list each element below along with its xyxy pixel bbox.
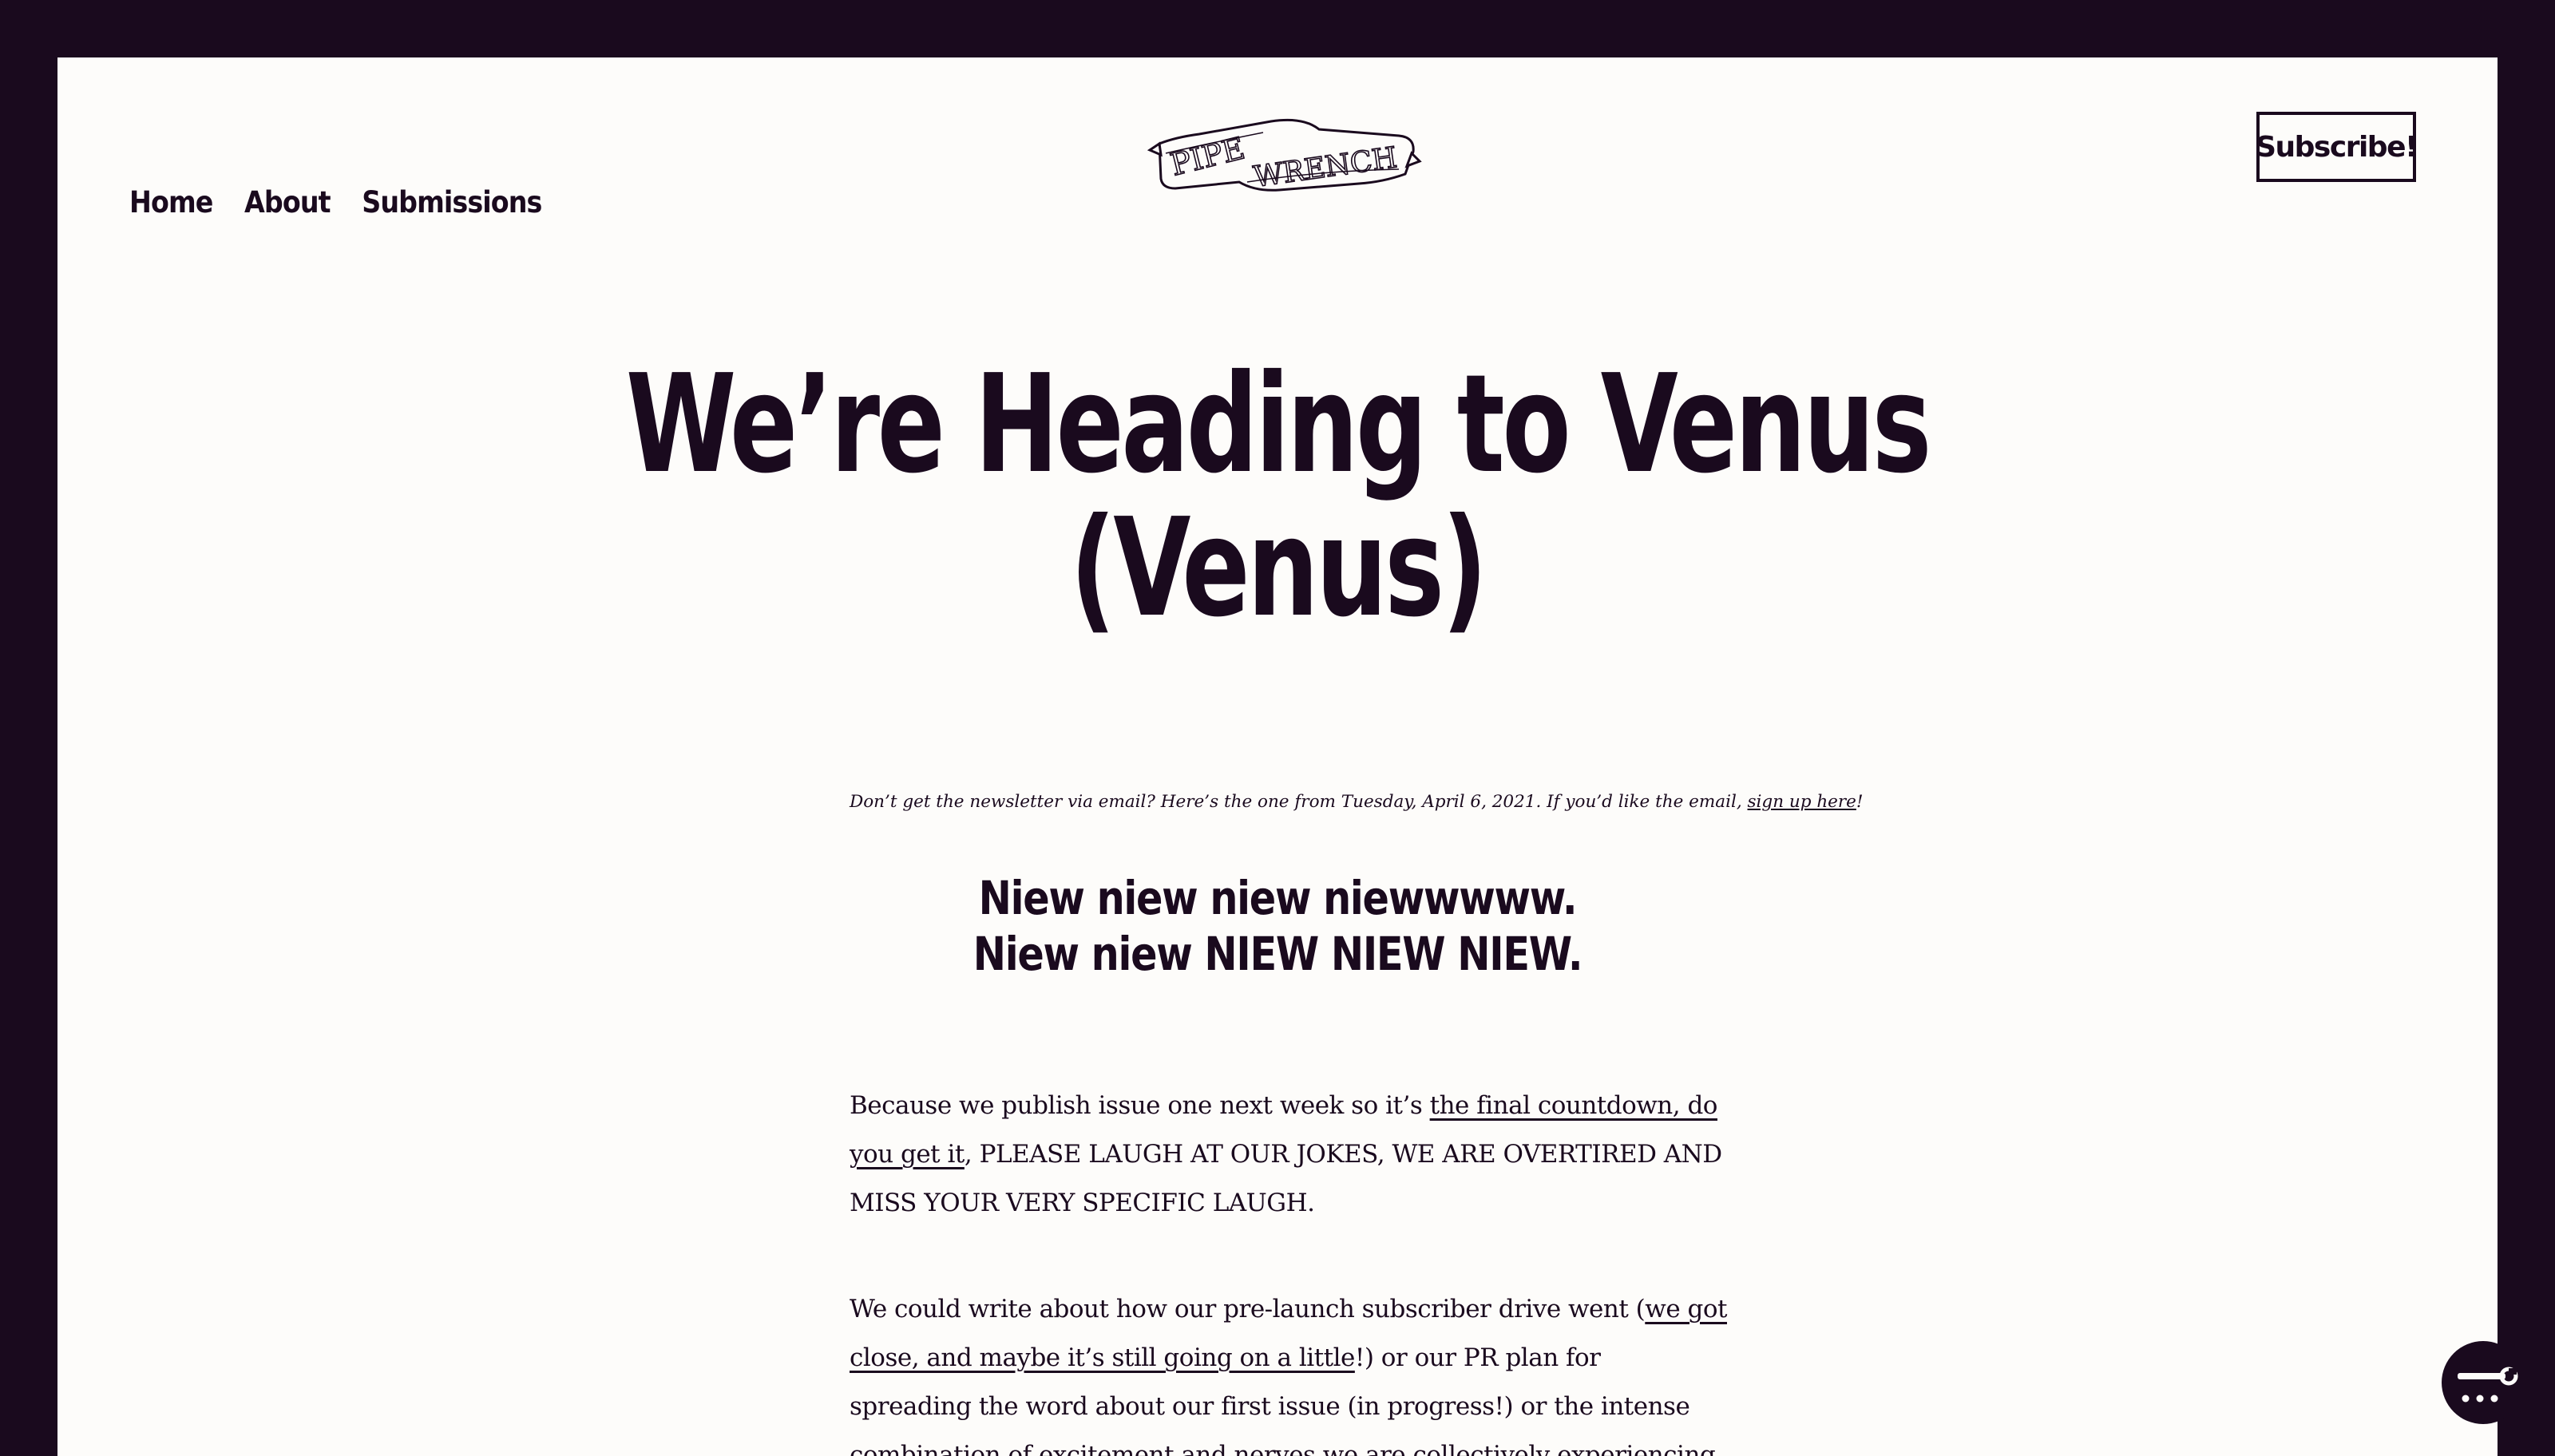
subheading-line-1: Niew niew niew niewwwww. (978, 871, 1578, 925)
paragraph-2-text-before: We could write about how our pre-launch … (850, 1295, 1646, 1323)
newsletter-intro-note: Don’t get the newsletter via email? Here… (850, 792, 1864, 812)
nav-about-link[interactable]: About (244, 185, 331, 220)
wrench-chat-icon (2458, 1367, 2518, 1403)
nav-home-link[interactable]: Home (129, 185, 213, 220)
pipe-wrench-logo[interactable]: PIPE WRENCH (1143, 105, 1423, 217)
article-subheading: Niew niew niew niewwwww. Niew niew NIEW … (57, 870, 2498, 982)
intro-text: Don’t get the newsletter via email? Here… (850, 792, 1748, 812)
paragraph-1-text-before: Because we publish issue one next week s… (850, 1091, 1430, 1120)
intro-suffix: ! (1856, 792, 1864, 812)
paragraph-2: We could write about how our pre-launch … (850, 1285, 1728, 1456)
nav-submissions-link[interactable]: Submissions (362, 185, 542, 220)
article-title: We’re Heading to Venus (Venus) (57, 353, 2498, 640)
subheading-line-2: Niew niew NIEW NIEW NIEW. (972, 927, 1583, 981)
chat-widget-button[interactable] (2442, 1341, 2525, 1424)
signup-link[interactable]: sign up here (1748, 792, 1856, 812)
article-title-line-1: We’re Heading to Venus (625, 346, 1932, 504)
subscribe-button[interactable]: Subscribe! (2256, 112, 2418, 182)
banner-logo-icon: PIPE WRENCH (1147, 118, 1422, 195)
paragraph-1-text-after: , PLEASE LAUGH AT OUR JOKES, WE ARE OVER… (850, 1140, 1722, 1217)
main-nav: Home About Submissions (129, 185, 542, 220)
paragraph-1: Because we publish issue one next week s… (850, 1082, 1728, 1228)
article-title-line-2: (Venus) (1070, 489, 1487, 647)
page-card: Home About Submissions PIPE WRENCH Subsc… (57, 57, 2498, 1456)
